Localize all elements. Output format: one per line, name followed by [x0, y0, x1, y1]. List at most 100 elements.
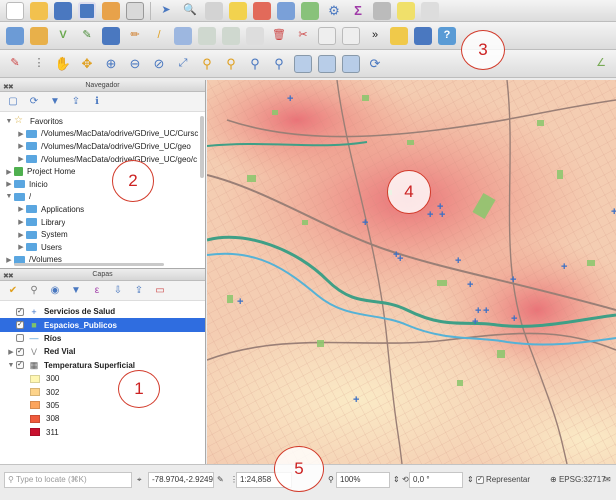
- browser-scrollbar[interactable]: [200, 116, 204, 178]
- expand-right-icon[interactable]: ▶: [16, 142, 26, 150]
- rotation-stepper-icon[interactable]: ⇕: [393, 472, 400, 488]
- magnifier-field[interactable]: 100%: [336, 472, 390, 488]
- crs-button[interactable]: ⊕ EPSG:32717: [550, 472, 606, 488]
- processing-icon[interactable]: [301, 1, 319, 20]
- zoom-out-icon[interactable]: ⊖: [126, 55, 144, 73]
- expand-right-icon[interactable]: ▶: [6, 348, 16, 356]
- delete-icon[interactable]: 🗑: [270, 27, 288, 45]
- layer-visibility-checkbox[interactable]: ✓: [16, 347, 24, 356]
- browser-item[interactable]: ▶ Project Home: [0, 165, 205, 178]
- filter-legend-icon[interactable]: ▼: [69, 284, 83, 298]
- node-tool-icon[interactable]: [246, 26, 264, 45]
- rotation-field[interactable]: 0,0 °: [409, 472, 463, 488]
- browser-item[interactable]: ▼ /: [0, 191, 205, 204]
- new-project-icon[interactable]: [6, 1, 24, 20]
- select-icon[interactable]: [205, 1, 223, 20]
- panel-close-icon[interactable]: ✖✖: [3, 82, 14, 94]
- add-group-icon[interactable]: ⚲: [27, 284, 41, 298]
- rotation-stepper-icon[interactable]: ⇕: [467, 472, 474, 488]
- browser-item[interactable]: ▶ Applications: [0, 203, 205, 216]
- zoom-last-icon[interactable]: ⚲: [246, 55, 264, 73]
- browser-item[interactable]: ▶ /Volumes/MacData/odrive/GDrive_UC/geo/c: [0, 153, 205, 166]
- zoom-tool-icon[interactable]: 🔍: [181, 2, 199, 20]
- save-icon[interactable]: [54, 1, 72, 20]
- expand-down-icon[interactable]: ▼: [4, 118, 14, 125]
- vertex-tool-icon[interactable]: V: [54, 27, 72, 45]
- layer-visibility-checkbox[interactable]: ✓: [16, 321, 24, 330]
- browser-item[interactable]: ▼ ☆ Favoritos: [0, 115, 205, 128]
- expand-right-icon[interactable]: ▶: [16, 218, 26, 226]
- expand-right-icon[interactable]: ▶: [4, 168, 14, 176]
- layer-item[interactable]: ▶ ✓ V Red Vial: [0, 345, 205, 358]
- zoom-selection-icon[interactable]: ⚲: [198, 55, 216, 73]
- collapse-all-icon[interactable]: ⇪: [69, 95, 83, 109]
- print-layout-icon[interactable]: [102, 1, 120, 20]
- zoom-layer-icon[interactable]: ⚲: [222, 55, 240, 73]
- layer-item[interactable]: — Ríos: [0, 332, 205, 345]
- annotation-icon[interactable]: [397, 1, 415, 20]
- zoom-in-icon[interactable]: ⊕: [102, 55, 120, 73]
- sum-icon[interactable]: Σ: [349, 2, 367, 20]
- expression-filter-icon[interactable]: ε: [90, 284, 104, 298]
- copy-icon[interactable]: [318, 26, 336, 45]
- layer-item[interactable]: ✓ ■ Espacios_Publicos: [0, 318, 205, 332]
- bookmarks-icon[interactable]: [342, 54, 360, 73]
- save-as-icon[interactable]: [78, 1, 96, 20]
- add-feature-icon[interactable]: [198, 26, 216, 45]
- messages-icon[interactable]: ✉: [604, 472, 611, 488]
- open-project-icon[interactable]: [30, 1, 48, 20]
- measure-icon[interactable]: [373, 1, 391, 20]
- locator-search-input[interactable]: ⚲ Type to locate (⌘K): [4, 472, 132, 488]
- settings-gear-icon[interactable]: ⚙: [325, 2, 343, 20]
- add-layer-icon[interactable]: [6, 26, 24, 45]
- extents-toggle-icon[interactable]: ✎: [217, 472, 224, 488]
- map-canvas[interactable]: + + + + + + + + + + + + + + + + + +: [207, 80, 616, 464]
- touch-icon[interactable]: ⋮: [30, 55, 48, 73]
- identify-icon[interactable]: ➤: [157, 2, 175, 20]
- overflow-icon[interactable]: »: [366, 27, 384, 45]
- panel-close-icon[interactable]: ✖✖: [3, 271, 14, 283]
- layer-visibility-checkbox[interactable]: ✓: [16, 307, 24, 316]
- statistics-icon[interactable]: [277, 1, 295, 20]
- visibility-icon[interactable]: ◉: [48, 284, 62, 298]
- paste-icon[interactable]: [342, 26, 360, 45]
- refresh-icon[interactable]: ⟳: [27, 95, 41, 109]
- new-3d-view-icon[interactable]: [318, 54, 336, 73]
- tips-icon[interactable]: [421, 1, 439, 20]
- expand-right-icon[interactable]: ▶: [16, 205, 26, 213]
- coordinate-field[interactable]: -78.9704,-2.9249: [148, 472, 214, 488]
- help-icon[interactable]: ?: [438, 26, 456, 45]
- python-icon[interactable]: [414, 26, 432, 45]
- expand-right-icon[interactable]: ▶: [16, 231, 26, 239]
- expand-right-icon[interactable]: ▶: [16, 155, 26, 163]
- pencil-icon[interactable]: /: [150, 27, 168, 45]
- pan-hand-icon[interactable]: ✋: [54, 55, 72, 73]
- layer-item[interactable]: ▼ ✓ ▦ Temperatura Superficial: [0, 359, 205, 372]
- profile-tool-icon[interactable]: ∠: [592, 55, 610, 73]
- edit-layer-icon[interactable]: [102, 26, 120, 45]
- zoom-rubberband-icon[interactable]: ⊘: [150, 55, 168, 73]
- render-checkbox[interactable]: ✓ Representar: [476, 472, 530, 488]
- browser-item[interactable]: ▶ /Volumes/MacData/odrive/GDrive_UC/geo: [0, 140, 205, 153]
- browser-item[interactable]: ▶ System: [0, 228, 205, 241]
- save-edits-icon[interactable]: [174, 26, 192, 45]
- browser-item[interactable]: ▶ /Volumes/MacData/odrive/GDrive_UC/Cursc: [0, 128, 205, 141]
- remove-layer-icon[interactable]: ▭: [153, 284, 167, 298]
- plugin-icon[interactable]: [390, 26, 408, 45]
- browser-item[interactable]: ▶ Library: [0, 216, 205, 229]
- collapse-all-icon[interactable]: ⇪: [132, 284, 146, 298]
- move-feature-icon[interactable]: [222, 26, 240, 45]
- expand-right-icon[interactable]: ▶: [4, 180, 14, 188]
- layer-visibility-checkbox[interactable]: [16, 334, 24, 343]
- field-calc-icon[interactable]: [253, 1, 271, 20]
- expand-down-icon[interactable]: ▼: [6, 362, 16, 369]
- expand-right-icon[interactable]: ▶: [16, 130, 26, 138]
- browser-hscrollbar[interactable]: [14, 263, 164, 266]
- browser-item[interactable]: ▶ Inicio: [0, 178, 205, 191]
- filter-icon[interactable]: ▼: [48, 95, 62, 109]
- zoom-next-icon[interactable]: ⚲: [270, 55, 288, 73]
- properties-icon[interactable]: ℹ: [90, 95, 104, 109]
- refresh-icon[interactable]: ⟳: [366, 55, 384, 73]
- new-map-view-icon[interactable]: [294, 54, 312, 73]
- add-selected-icon[interactable]: ▢: [6, 95, 20, 109]
